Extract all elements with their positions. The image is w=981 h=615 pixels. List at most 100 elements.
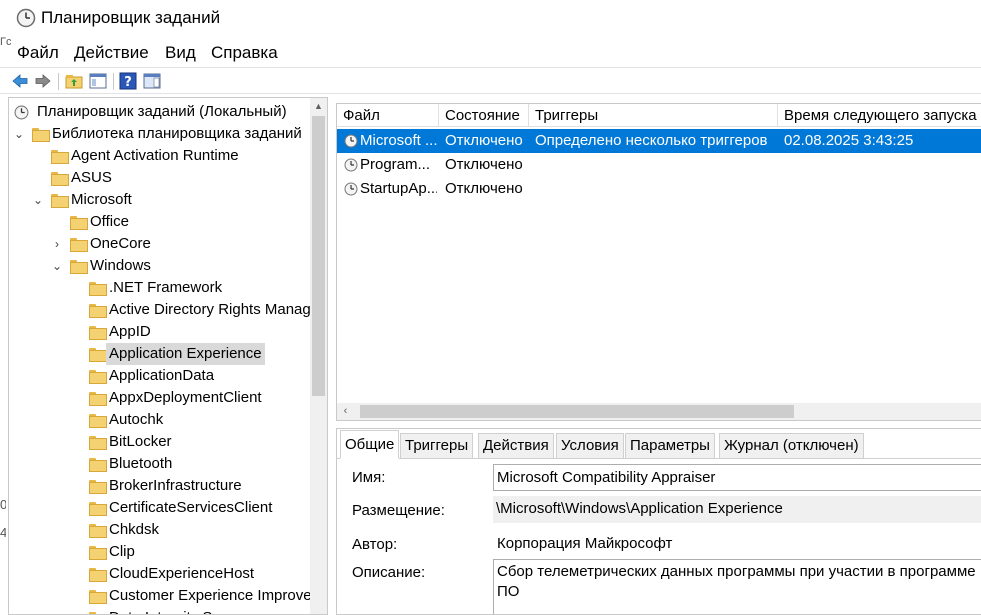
column-header-state[interactable]: Состояние <box>439 104 529 127</box>
location-field[interactable]: \Microsoft\Windows\Application Experienc… <box>493 496 981 523</box>
tab-conditions[interactable]: Условия <box>556 433 624 458</box>
scrollbar-thumb[interactable] <box>360 405 794 418</box>
tree-item[interactable]: ASUS <box>9 167 309 189</box>
menu-help[interactable]: Справка <box>211 43 278 63</box>
console-tree[interactable]: Планировщик заданий (Локальный) ⌄ Библиоте… <box>8 97 328 615</box>
tree-item-library[interactable]: ⌄ Библиотека планировщика заданий <box>9 123 309 145</box>
column-header-next-run[interactable]: Время следующего запуска <box>778 104 981 127</box>
task-scheduler-clock-icon <box>14 105 29 120</box>
scroll-left-arrow-icon[interactable]: ‹ <box>337 403 354 420</box>
tree-item[interactable]: Application Experience <box>9 343 309 365</box>
tree-item-label: ASUS <box>71 169 112 186</box>
details-tabs: Общие Триггеры Действия Условия Параметр… <box>337 429 981 459</box>
tree-item-label: Планировщик заданий (Локальный) <box>37 103 287 120</box>
folder-icon <box>51 150 69 164</box>
tree-item-label: Windows <box>90 257 151 274</box>
tree-item[interactable]: Bluetooth <box>9 453 309 475</box>
window-title: Планировщик заданий <box>41 8 221 27</box>
tree-item[interactable]: Office <box>9 211 309 233</box>
tree-item[interactable]: Chkdsk <box>9 519 309 541</box>
tree-item[interactable]: Active Directory Rights Manag <box>9 299 311 321</box>
tree-item[interactable]: ⌄ Microsoft <box>9 189 309 211</box>
vertical-scrollbar[interactable]: ▲ <box>310 98 327 614</box>
task-row[interactable]: Microsoft ... Отключено Определено неско… <box>337 129 981 153</box>
tree-item[interactable]: ApplicationData <box>9 365 309 387</box>
column-header-file[interactable]: Файл <box>337 104 439 127</box>
task-row[interactable]: StartupAp... Отключено <box>337 177 981 201</box>
description-field[interactable]: Сбор телеметрических данных программы пр… <box>493 559 981 614</box>
show-hide-console-tree-icon[interactable] <box>89 72 107 90</box>
folder-icon <box>89 546 107 560</box>
collapse-chevron-icon[interactable]: ⌄ <box>13 123 25 145</box>
folder-icon <box>89 436 107 450</box>
tree-item[interactable]: ⌄ Windows <box>9 255 309 277</box>
scroll-up-arrow-icon[interactable]: ▲ <box>310 98 327 115</box>
menu-action[interactable]: Действие <box>74 43 149 63</box>
tree-item[interactable]: Data Integrity Scan <box>9 607 309 614</box>
task-clock-icon <box>344 158 358 172</box>
task-details-pane: Общие Триггеры Действия Условия Параметр… <box>336 428 981 615</box>
tree-root[interactable]: Планировщик заданий (Локальный) <box>9 101 309 123</box>
tree-item[interactable]: CertificateServicesClient <box>9 497 309 519</box>
name-field[interactable]: Microsoft Compatibility Appraiser <box>493 464 981 491</box>
tree-item-label: Библиотека планировщика заданий <box>52 125 302 142</box>
tab-history[interactable]: Журнал (отключен) <box>719 433 864 458</box>
folder-icon <box>51 194 69 208</box>
tree-item-label: CertificateServicesClient <box>109 499 273 516</box>
menu-file[interactable]: Файл <box>17 43 59 63</box>
task-clock-icon <box>344 182 358 196</box>
task-name: Program... <box>360 156 431 173</box>
task-list[interactable]: Файл Состояние Триггеры Время следующего… <box>336 103 981 421</box>
tree-item-label: Customer Experience Improve <box>109 587 312 604</box>
tree-item-label: AppxDeploymentClient <box>109 389 262 406</box>
name-label: Имя: <box>352 469 386 486</box>
help-icon[interactable]: ? <box>119 72 137 90</box>
folder-icon <box>70 260 88 274</box>
menu-view[interactable]: Вид <box>165 43 196 63</box>
background-window-fragment: Гс <box>0 36 12 48</box>
tree-item[interactable]: AppID <box>9 321 309 343</box>
tree-item[interactable]: BrokerInfrastructure <box>9 475 309 497</box>
tree-item[interactable]: Clip <box>9 541 309 563</box>
folder-icon <box>70 216 88 230</box>
collapse-chevron-icon[interactable]: ⌄ <box>51 255 63 277</box>
tab-settings[interactable]: Параметры <box>625 433 715 458</box>
tab-triggers[interactable]: Триггеры <box>400 433 474 458</box>
horizontal-scrollbar[interactable]: ‹ <box>337 403 981 420</box>
tree-item-label: Chkdsk <box>109 521 160 538</box>
folder-up-icon[interactable] <box>65 72 83 90</box>
show-hide-action-pane-icon[interactable] <box>143 72 161 90</box>
tree-item[interactable]: Agent Activation Runtime <box>9 145 309 167</box>
background-window-fragment: 0 <box>0 497 6 512</box>
expand-chevron-icon[interactable]: › <box>51 233 63 255</box>
tree-item-label: .NET Framework <box>109 279 223 296</box>
task-triggers: Определено несколько триггеров <box>535 132 768 149</box>
forward-arrow-icon[interactable] <box>34 72 52 90</box>
tree-item[interactable]: Customer Experience Improve <box>9 585 312 607</box>
tree-item[interactable]: Autochk <box>9 409 309 431</box>
tree-item[interactable]: BitLocker <box>9 431 309 453</box>
tree-item[interactable]: › OneCore <box>9 233 309 255</box>
scrollbar-thumb[interactable] <box>312 116 325 396</box>
location-label: Размещение: <box>352 502 445 519</box>
tab-general[interactable]: Общие <box>340 430 400 459</box>
tree-item-label: AppID <box>109 323 151 340</box>
folder-icon <box>70 238 88 252</box>
task-row[interactable]: Program... Отключено <box>337 153 981 177</box>
folder-icon <box>89 524 107 538</box>
tab-actions[interactable]: Действия <box>478 433 554 458</box>
tree-item-label: Application Experience <box>106 343 265 365</box>
tree-item[interactable]: CloudExperienceHost <box>9 563 309 585</box>
tree-item-label: Autochk <box>109 411 164 428</box>
folder-icon <box>89 414 107 428</box>
column-header-triggers[interactable]: Триггеры <box>529 104 778 127</box>
tree-item-label: Microsoft <box>71 191 132 208</box>
back-arrow-icon[interactable] <box>11 72 29 90</box>
author-field[interactable]: Корпорация Майкрософт <box>493 531 981 558</box>
tree-item[interactable]: .NET Framework <box>9 277 309 299</box>
folder-icon <box>89 590 107 604</box>
folder-icon <box>51 172 69 186</box>
collapse-chevron-icon[interactable]: ⌄ <box>32 189 44 211</box>
task-clock-icon <box>344 134 358 148</box>
tree-item[interactable]: AppxDeploymentClient <box>9 387 309 409</box>
